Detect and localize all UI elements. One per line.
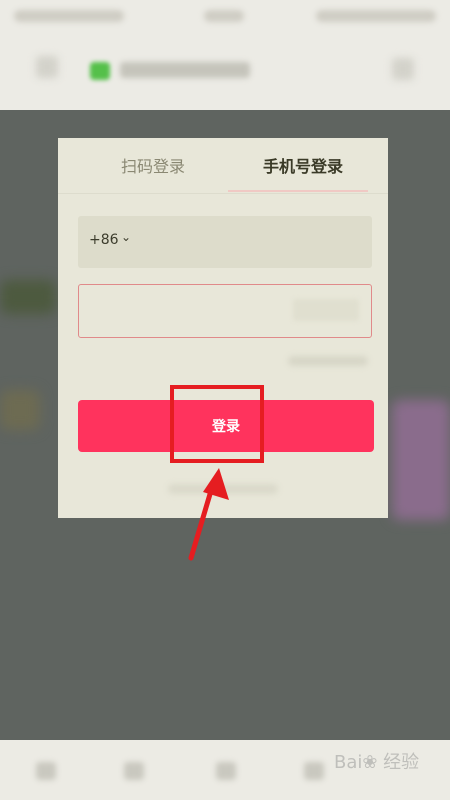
tab-divider	[58, 193, 388, 194]
tab-phone-login[interactable]: 手机号登录	[248, 152, 358, 182]
background-blur-left	[0, 280, 56, 314]
phone-field: +86 ⌄	[78, 216, 372, 268]
nav-back-icon[interactable]	[36, 762, 56, 780]
nav-tabs-icon[interactable]	[304, 762, 324, 780]
background-blur-right	[392, 400, 450, 520]
status-left-blur	[14, 10, 124, 22]
tab-qr-login[interactable]: 扫码登录	[98, 152, 208, 182]
background-blur-left-2	[0, 390, 40, 430]
verification-code-field	[78, 284, 372, 338]
more-icon[interactable]	[392, 58, 414, 80]
chevron-down-icon[interactable]: ⌄	[121, 230, 131, 244]
active-tab-indicator	[228, 190, 368, 192]
nav-home-icon[interactable]	[216, 762, 236, 780]
highlight-box	[170, 385, 264, 463]
phone-number-input[interactable]	[140, 226, 344, 260]
get-code-button[interactable]	[293, 299, 359, 321]
watermark: Bai❀ 经验	[334, 752, 420, 773]
status-right-blur	[316, 10, 436, 22]
site-title-blur	[120, 62, 250, 78]
pointer-arrow-icon	[188, 468, 229, 561]
verification-code-input[interactable]	[87, 295, 271, 329]
site-logo-icon	[90, 62, 110, 80]
status-bar	[0, 0, 450, 34]
status-time-blur	[204, 10, 244, 22]
blurred-link[interactable]	[288, 356, 368, 366]
country-code[interactable]: +86	[89, 232, 119, 248]
browser-header	[0, 34, 450, 110]
back-icon[interactable]	[36, 56, 58, 78]
nav-forward-icon[interactable]	[124, 762, 144, 780]
